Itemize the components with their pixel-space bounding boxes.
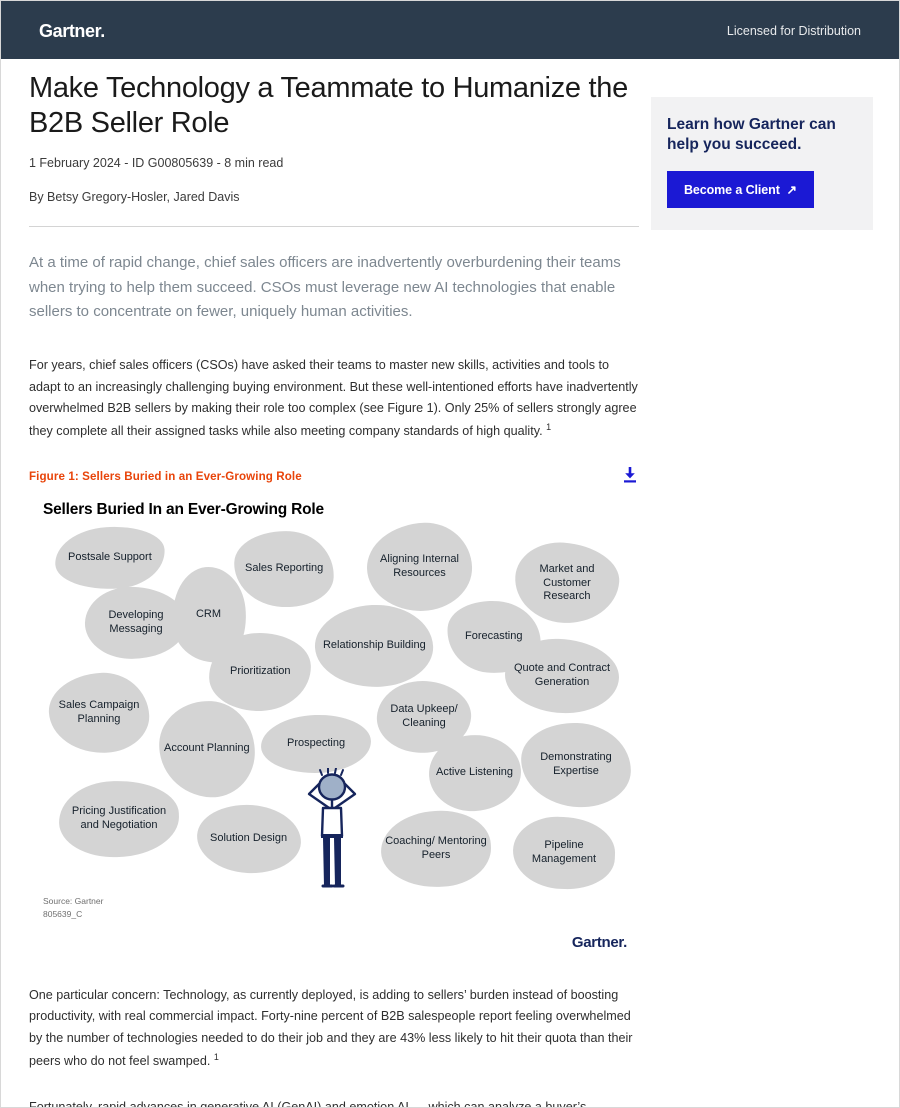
figure-title: Sellers Buried In an Ever-Growing Role [43,500,324,518]
article-page: Gartner. Licensed for Distribution Make … [0,0,900,1108]
article-paragraph-1: For years, chief sales officers (CSOs) h… [29,355,639,443]
divider [29,225,639,227]
blob-label: Forecasting [465,629,523,642]
sidebar: Learn how Gartner can help you succeed. … [651,97,873,231]
figure-source-text: Source: Gartner [43,895,104,906]
cta-heading: Learn how Gartner can help you succeed. [667,116,836,154]
footnote-marker-2[interactable]: 1 [214,1052,219,1062]
blob-label: Active Listening [436,766,514,779]
blob-item: Sales Campaign Planning [46,670,152,756]
cta-button-label: Become a Client [684,183,780,198]
blob-item: Demonstrating Expertise [519,720,633,809]
figure-source: Source: Gartner 805639_C [43,895,103,921]
blob-label: Prospecting [286,737,346,749]
blob-item: Quote and Contract Generation [503,636,621,715]
blob-label: Data Upkeep/ Cleaning [390,703,458,729]
blob-label: Relationship Building [322,639,426,652]
cta-box: Learn how Gartner can help you succeed. … [651,97,873,231]
gartner-logo[interactable]: Gartner. [39,21,105,42]
blob-label: Demonstrating Expertise [540,751,612,777]
article-content: Make Technology a Teammate to Humanize t… [29,71,639,1108]
page-title: Make Technology a Teammate to Humanize t… [29,72,628,140]
blob-label: Sales Reporting [244,562,324,574]
blob-item: Developing Messaging [83,585,189,661]
blob-item: Pipeline Management [511,815,617,891]
blob-item: Postsale Support [52,523,168,593]
download-icon[interactable] [621,465,639,485]
blob-item: Coaching/ Mentoring Peers [379,807,493,890]
blob-item: Prospecting [260,712,372,775]
blob-label: Account Planning [164,742,250,754]
figure-1: Sellers Buried In an Ever-Growing Role P… [29,496,639,967]
figure-caption: Figure 1: Sellers Buried in an Ever-Grow… [29,469,302,483]
blob-label: Pricing Justification and Negotiation [71,805,167,831]
figure-gartner-logo: Gartner. [571,933,627,951]
overwhelmed-seller-icon [301,766,363,890]
blob-item: Sales Reporting [232,528,336,610]
blob-label: Postsale Support [68,551,152,563]
article-byline: By Betsy Gregory-Hosler, Jared Davis [29,189,240,204]
blob-label: Prioritization [229,665,291,677]
blob-label: CRM [196,608,222,620]
blob-label: Quote and Contract Generation [513,662,610,688]
blob-item: Aligning Internal Resources [365,521,474,613]
blob-label: Coaching/ Mentoring Peers [385,835,487,861]
blob-label: Solution Design [210,832,288,844]
blob-item: Relationship Building [312,601,436,690]
article-lede: At a time of rapid change, chief sales o… [29,253,621,321]
blob-item: Solution Design [195,802,303,876]
licensed-label: Licensed for Distribution [726,24,861,38]
blob-label: Sales Campaign Planning [58,699,140,725]
blob-item: Market and Customer Research [512,539,622,627]
footnote-marker-1[interactable]: 1 [546,422,551,432]
blob-item: Account Planning [156,698,258,800]
become-a-client-button[interactable]: Become a Client ↗ [667,171,814,209]
article-paragraph-2: One particular concern: Technology, as c… [29,985,639,1073]
article-meta: 1 February 2024 - ID G00805639 - 8 min r… [29,155,284,170]
figure-code: 805639_C [43,908,83,919]
article-paragraph-3: Fortunately, rapid advances in generativ… [29,1099,587,1108]
blob-item: Pricing Justification and Negotiation [57,778,181,859]
arrow-up-right-icon: ↗ [783,183,797,198]
blob-label: Market and Customer Research [539,562,595,602]
blob-label: Aligning Internal Resources [380,553,459,579]
blob-cloud: Postsale Support Sales Reporting Aligning … [29,521,639,893]
blob-label: Pipeline Management [531,839,597,865]
top-bar: Gartner. Licensed for Distribution [1,1,899,59]
blob-label: Developing Messaging [108,609,164,635]
figure-caption-row: Figure 1: Sellers Buried in an Ever-Grow… [29,465,639,489]
paragraph-2-text: One particular concern: Technology, as c… [29,987,633,1068]
